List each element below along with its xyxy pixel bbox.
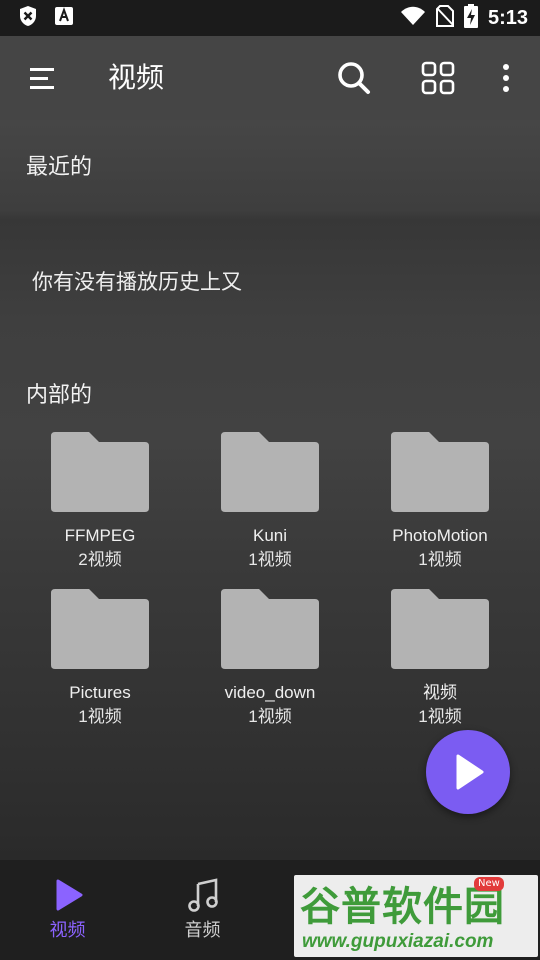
no-sim-icon (435, 5, 454, 31)
page-title: 视频 (108, 61, 165, 94)
folder-name: video_down (224, 683, 316, 702)
watermark-badge: New (474, 877, 504, 891)
folder-count: 1视频 (78, 707, 122, 726)
folder-item[interactable]: FFMPEG 2视频 (15, 430, 185, 580)
folder-item[interactable]: Pictures 1视频 (15, 587, 185, 737)
more-options-icon[interactable] (494, 58, 518, 98)
folder-name: PhotoMotion (392, 526, 488, 545)
nav-tab-audio[interactable]: 音频 (135, 860, 270, 960)
font-a-icon (54, 6, 74, 30)
folder-name: Kuni (252, 526, 288, 545)
folder-name: 视频 (423, 683, 457, 702)
play-icon (456, 754, 484, 790)
folder-name: FFMPEG (64, 526, 136, 545)
watermark-title: 谷普软件园 (300, 884, 505, 930)
folder-item[interactable]: PhotoMotion 1视频 (355, 430, 525, 580)
folder-count: 2视频 (78, 550, 122, 569)
nav-label: 视频 (49, 920, 86, 941)
folder-count: 1视频 (248, 707, 292, 726)
folder-count: 1视频 (418, 707, 462, 726)
folder-icon (221, 432, 319, 512)
wifi-icon (400, 6, 426, 30)
folder-icon (51, 589, 149, 669)
folder-count: 1视频 (418, 550, 462, 569)
empty-history-message: 你有没有播放历史上又 (32, 270, 242, 294)
search-icon[interactable] (334, 58, 374, 98)
folder-item[interactable]: Kuni 1视频 (185, 430, 355, 580)
folder-icon (221, 589, 319, 669)
app-bar: 视频 (0, 36, 540, 120)
folder-icon (391, 589, 489, 669)
shield-x-icon (18, 5, 38, 31)
folder-count: 1视频 (248, 550, 292, 569)
folder-name: Pictures (69, 683, 131, 702)
nav-label: 音频 (184, 920, 221, 941)
grid-view-icon[interactable] (418, 58, 458, 98)
folder-icon (391, 432, 489, 512)
battery-charging-icon (463, 4, 478, 32)
nav-tab-video[interactable]: 视频 (0, 860, 135, 960)
watermark-url: www.gupuxiazai.com (302, 931, 494, 952)
play-icon (56, 879, 82, 911)
status-time: 5:13 (487, 6, 528, 29)
folder-item[interactable]: 视频 1视频 (355, 587, 525, 737)
menu-icon[interactable] (26, 62, 60, 96)
recent-section-title: 最近的 (26, 155, 93, 180)
folder-icon (51, 432, 149, 512)
status-bar: 5:13 (0, 0, 540, 36)
play-all-button[interactable] (426, 730, 510, 814)
music-note-icon (187, 878, 218, 912)
watermark-logo: 谷普软件园 New www.gupuxiazai.com (294, 875, 538, 957)
folder-item[interactable]: video_down 1视频 (185, 587, 355, 737)
internal-section-title: 内部的 (26, 383, 93, 408)
